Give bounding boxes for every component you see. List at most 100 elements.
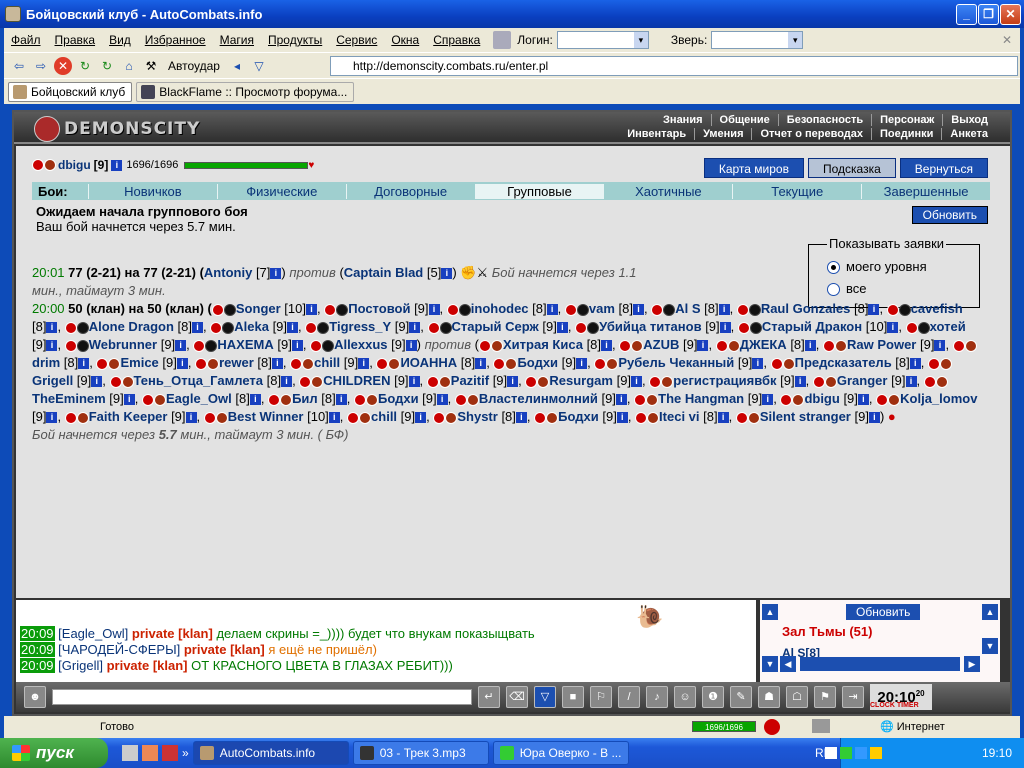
- login-input[interactable]: [556, 31, 649, 49]
- tab-novice[interactable]: Новичков: [88, 183, 217, 199]
- info-icon[interactable]: i: [556, 322, 568, 334]
- nav-skills[interactable]: Умения: [694, 128, 751, 140]
- player-link[interactable]: The Hangman: [658, 391, 744, 406]
- player-link[interactable]: ИОАННА: [400, 355, 457, 370]
- info-icon[interactable]: i: [305, 304, 317, 316]
- scroll-left-icon[interactable]: ◀: [780, 656, 796, 672]
- info-icon[interactable]: i: [868, 304, 880, 316]
- refresh-all-icon[interactable]: ↻: [98, 57, 116, 75]
- info-icon[interactable]: i: [335, 394, 347, 406]
- timer-icon[interactable]: [764, 719, 780, 735]
- player-link[interactable]: dbigu: [804, 391, 839, 406]
- player-link[interactable]: Тень_Отца_Гамлета: [134, 373, 263, 388]
- filter-icon[interactable]: ▽: [250, 57, 268, 75]
- player-link[interactable]: Emice: [120, 355, 158, 370]
- player-link[interactable]: AZUB: [643, 337, 679, 352]
- player-link[interactable]: Tigress_Y: [329, 319, 391, 334]
- player-link[interactable]: Antoniy: [204, 265, 252, 280]
- rune-icon[interactable]: ❶: [702, 686, 724, 708]
- info-icon[interactable]: i: [287, 322, 299, 334]
- info-icon[interactable]: i: [794, 376, 806, 388]
- exit-icon[interactable]: ⇥: [842, 686, 864, 708]
- player-link[interactable]: Best Winner: [228, 409, 304, 424]
- player-link[interactable]: vam: [589, 301, 615, 316]
- chat-filter-icon[interactable]: ▽: [534, 686, 556, 708]
- player-link[interactable]: регистрациявбк: [673, 373, 776, 388]
- player-link[interactable]: Resurgam: [549, 373, 613, 388]
- player-link[interactable]: Бодхи: [378, 391, 419, 406]
- player-link[interactable]: Старый Дракон: [762, 319, 862, 334]
- info-icon[interactable]: i: [78, 358, 90, 370]
- info-icon[interactable]: i: [718, 304, 730, 316]
- player-link[interactable]: НАХЕМА: [217, 337, 273, 352]
- tab-blackflame[interactable]: BlackFlame :: Просмотр форума...: [136, 81, 355, 102]
- player-link[interactable]: Shystr: [457, 409, 497, 424]
- player-link[interactable]: chill: [314, 355, 340, 370]
- info-icon[interactable]: i: [46, 340, 58, 352]
- menu-windows[interactable]: Окна: [384, 33, 426, 47]
- minimize-button[interactable]: _: [956, 4, 977, 25]
- player-link[interactable]: Iteci vi: [659, 409, 699, 424]
- info-icon[interactable]: i: [905, 376, 917, 388]
- player-link[interactable]: cavefish: [911, 301, 963, 316]
- menu-file[interactable]: Файл: [4, 33, 48, 47]
- info-icon[interactable]: i: [857, 394, 869, 406]
- info-icon[interactable]: i: [717, 412, 729, 424]
- scroll-up-icon[interactable]: ▲: [982, 604, 998, 620]
- player-link[interactable]: TheEminem: [32, 391, 106, 406]
- player-link[interactable]: Aleka: [234, 319, 269, 334]
- scroll-down-icon[interactable]: ▼: [982, 638, 998, 654]
- stop-icon[interactable]: ✕: [54, 56, 72, 75]
- info-icon[interactable]: i: [408, 376, 420, 388]
- info-icon[interactable]: i: [415, 412, 427, 424]
- player-link[interactable]: Eagle_Owl: [166, 391, 232, 406]
- player-link[interactable]: Постовой: [348, 301, 410, 316]
- info-icon[interactable]: i: [507, 376, 519, 388]
- nav-communication[interactable]: Общение: [710, 114, 778, 126]
- info-icon[interactable]: i: [631, 376, 643, 388]
- player-link[interactable]: Старый Серж: [452, 319, 539, 334]
- quicklaunch-desktop-icon[interactable]: [122, 745, 138, 761]
- task-yura[interactable]: Юра Оверко - В ...: [492, 741, 629, 765]
- language-indicator[interactable]: RL: [815, 746, 830, 760]
- player-link[interactable]: CHILDREN: [323, 373, 390, 388]
- player-link[interactable]: Raul Gonzales: [761, 301, 851, 316]
- player-link[interactable]: rewer: [219, 355, 254, 370]
- info-icon[interactable]: i: [752, 358, 764, 370]
- menu-help[interactable]: Справка: [426, 33, 487, 47]
- quicklaunch-browser-icon[interactable]: [162, 745, 178, 761]
- info-icon[interactable]: i: [719, 322, 731, 334]
- info-icon[interactable]: i: [615, 394, 627, 406]
- player-link[interactable]: Faith Keeper: [89, 409, 168, 424]
- player-link[interactable]: Убийца титанов: [599, 319, 702, 334]
- refresh-icon[interactable]: ↻: [76, 57, 94, 75]
- home-icon[interactable]: ⌂: [120, 57, 138, 75]
- return-button[interactable]: Вернуться: [899, 158, 988, 178]
- player-link[interactable]: Raw Power: [847, 337, 916, 352]
- user-name[interactable]: dbigu: [58, 158, 91, 172]
- friends-icon[interactable]: ☖: [786, 686, 808, 708]
- forward-icon[interactable]: ⇨: [32, 57, 50, 75]
- flag-icon[interactable]: ⚑: [814, 686, 836, 708]
- save-icon[interactable]: ■: [562, 686, 584, 708]
- info-icon[interactable]: i: [697, 340, 709, 352]
- info-icon[interactable]: i: [762, 394, 774, 406]
- player-link[interactable]: Allexxus: [334, 337, 387, 352]
- info-icon[interactable]: i: [804, 340, 816, 352]
- close-button[interactable]: ✕: [1000, 4, 1021, 25]
- quicklaunch-more-icon[interactable]: »: [182, 746, 189, 760]
- player-link[interactable]: Kolja_lomov: [900, 391, 977, 406]
- task-autocombats[interactable]: AutoCombats.info: [192, 741, 349, 765]
- info-icon[interactable]: i: [46, 322, 58, 334]
- info-icon[interactable]: i: [441, 268, 453, 280]
- menu-products[interactable]: Продукты: [261, 33, 329, 47]
- info-icon[interactable]: i: [281, 376, 293, 388]
- info-icon[interactable]: i: [436, 394, 448, 406]
- info-icon[interactable]: i: [409, 322, 421, 334]
- address-bar[interactable]: http://demonscity.combats.ru/enter.pl: [330, 56, 1018, 76]
- refresh-button[interactable]: Обновить: [911, 206, 988, 224]
- player-link[interactable]: Alone Dragon: [89, 319, 174, 334]
- player-link[interactable]: Captain Blad: [344, 265, 423, 280]
- scroll-right-icon[interactable]: ▶: [964, 656, 980, 672]
- smiles-icon[interactable]: ☺: [674, 686, 696, 708]
